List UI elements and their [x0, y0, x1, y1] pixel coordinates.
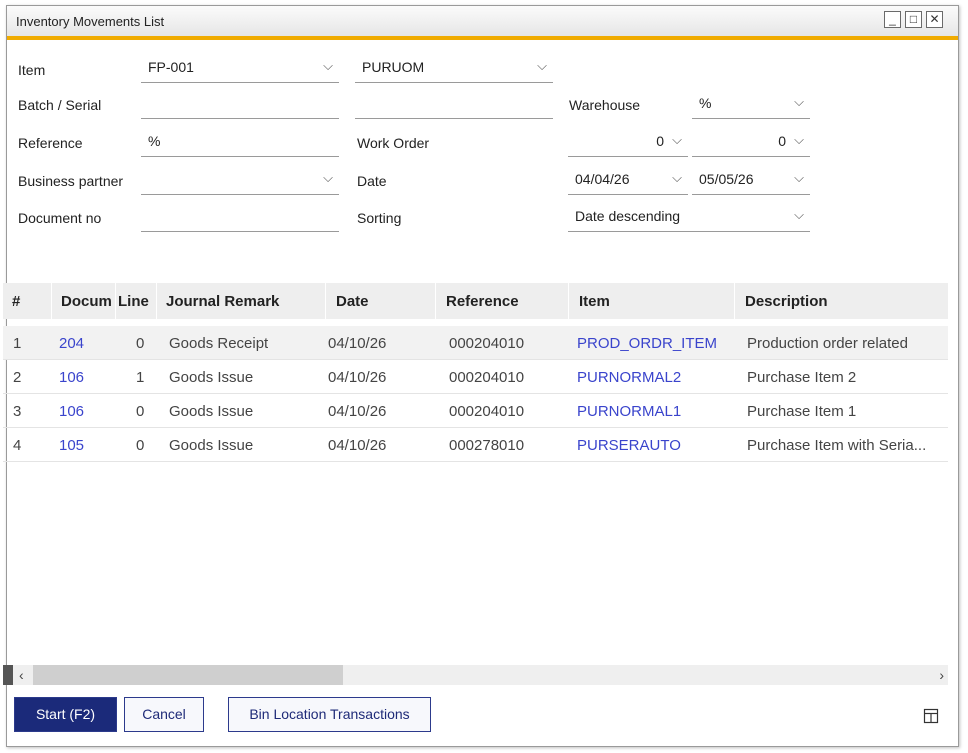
document-link[interactable]: 106: [59, 369, 84, 386]
item-link[interactable]: PURNORMAL1: [577, 403, 681, 420]
reference-value: %: [148, 133, 161, 149]
date-from-value: 04/04/26: [575, 171, 630, 187]
chevron-down-icon: ⌵: [323, 170, 333, 185]
table-row[interactable]: 2 106 1 Goods Issue 04/10/26 000204010 P…: [3, 360, 948, 394]
date-to-value: 05/05/26: [699, 171, 754, 187]
chevron-down-icon: ⌵: [323, 58, 333, 73]
minimize-button[interactable]: _: [884, 11, 901, 28]
date-label: Date: [357, 173, 387, 189]
item-label: Item: [18, 62, 46, 78]
warehouse-label: Warehouse: [569, 97, 641, 113]
document-no-label: Document no: [18, 210, 102, 226]
cancel-button[interactable]: Cancel: [124, 697, 204, 732]
horizontal-scrollbar[interactable]: ‹ ›: [3, 665, 948, 685]
scroll-left-edge: [3, 665, 13, 685]
chevron-down-icon: ⌵: [794, 94, 804, 109]
business-partner-select[interactable]: ⌵: [141, 165, 339, 195]
movements-grid: # Docum Line Journal Remark Date Referen…: [3, 283, 948, 663]
scroll-left-arrow-icon[interactable]: ‹: [19, 667, 24, 683]
maximize-button[interactable]: □: [905, 11, 922, 28]
column-header-description[interactable]: Description: [745, 293, 945, 310]
work-order-to-value: 0: [778, 133, 786, 149]
layout-settings-icon[interactable]: [923, 708, 939, 724]
uom-value: PURUOM: [362, 59, 425, 75]
bin-location-transactions-button[interactable]: Bin Location Transactions: [228, 697, 431, 732]
document-no-input[interactable]: [141, 202, 339, 232]
batch-input-2[interactable]: [355, 89, 553, 119]
table-row[interactable]: 1 204 0 Goods Receipt 04/10/26 000204010…: [3, 326, 948, 360]
grid-header: # Docum Line Journal Remark Date Referen…: [3, 283, 948, 319]
document-link[interactable]: 204: [59, 335, 84, 352]
warehouse-select[interactable]: % ⌵: [692, 89, 810, 119]
column-header-number[interactable]: #: [12, 293, 32, 310]
column-header-document[interactable]: Docum: [61, 293, 115, 310]
document-link[interactable]: 105: [59, 437, 84, 454]
batch-label: Batch / Serial: [18, 97, 102, 113]
item-value: FP-001: [148, 59, 194, 75]
start-button[interactable]: Start (F2): [14, 697, 117, 732]
chevron-down-icon: ⌵: [794, 132, 804, 147]
column-header-line[interactable]: Line: [118, 293, 156, 310]
sorting-value: Date descending: [575, 208, 681, 224]
work-order-to-select[interactable]: 0 ⌵: [692, 127, 810, 157]
document-link[interactable]: 106: [59, 403, 84, 420]
uom-select[interactable]: PURUOM ⌵: [355, 53, 553, 83]
sorting-label: Sorting: [357, 210, 402, 226]
work-order-label: Work Order: [357, 135, 430, 151]
chevron-down-icon: ⌵: [794, 207, 804, 222]
date-to-select[interactable]: 05/05/26 ⌵: [692, 165, 810, 195]
cancel-button-label: Cancel: [142, 706, 186, 722]
chevron-down-icon: ⌵: [672, 132, 682, 147]
scrollbar-thumb[interactable]: [33, 665, 343, 685]
item-link[interactable]: PURNORMAL2: [577, 369, 681, 386]
column-header-date[interactable]: Date: [336, 293, 426, 310]
title-bar: Inventory Movements List _ □ ✕: [7, 6, 958, 40]
table-row[interactable]: 3 106 0 Goods Issue 04/10/26 000204010 P…: [3, 394, 948, 428]
item-select[interactable]: FP-001 ⌵: [141, 53, 339, 83]
chevron-down-icon: ⌵: [537, 58, 547, 73]
date-from-select[interactable]: 04/04/26 ⌵: [568, 165, 688, 195]
work-order-from-select[interactable]: 0 ⌵: [568, 127, 688, 157]
item-link[interactable]: PROD_ORDR_ITEM: [577, 335, 717, 352]
scroll-right-arrow-icon[interactable]: ›: [939, 667, 944, 683]
start-button-label: Start (F2): [35, 706, 96, 722]
column-header-reference[interactable]: Reference: [446, 293, 556, 310]
close-button[interactable]: ✕: [926, 11, 943, 28]
column-header-item[interactable]: Item: [579, 293, 719, 310]
sorting-select[interactable]: Date descending ⌵: [568, 202, 810, 232]
batch-input[interactable]: [141, 89, 339, 119]
work-order-from-value: 0: [656, 133, 664, 149]
column-header-journal-remark[interactable]: Journal Remark: [166, 293, 316, 310]
reference-input[interactable]: %: [141, 127, 339, 157]
chevron-down-icon: ⌵: [794, 170, 804, 185]
business-partner-label: Business partner: [18, 173, 124, 189]
warehouse-value: %: [699, 95, 712, 111]
reference-label: Reference: [18, 135, 83, 151]
table-row[interactable]: 4 105 0 Goods Issue 04/10/26 000278010 P…: [3, 428, 948, 462]
bin-location-transactions-label: Bin Location Transactions: [249, 706, 410, 722]
chevron-down-icon: ⌵: [672, 170, 682, 185]
window-title: Inventory Movements List: [16, 14, 165, 29]
item-link[interactable]: PURSERAUTO: [577, 437, 681, 454]
